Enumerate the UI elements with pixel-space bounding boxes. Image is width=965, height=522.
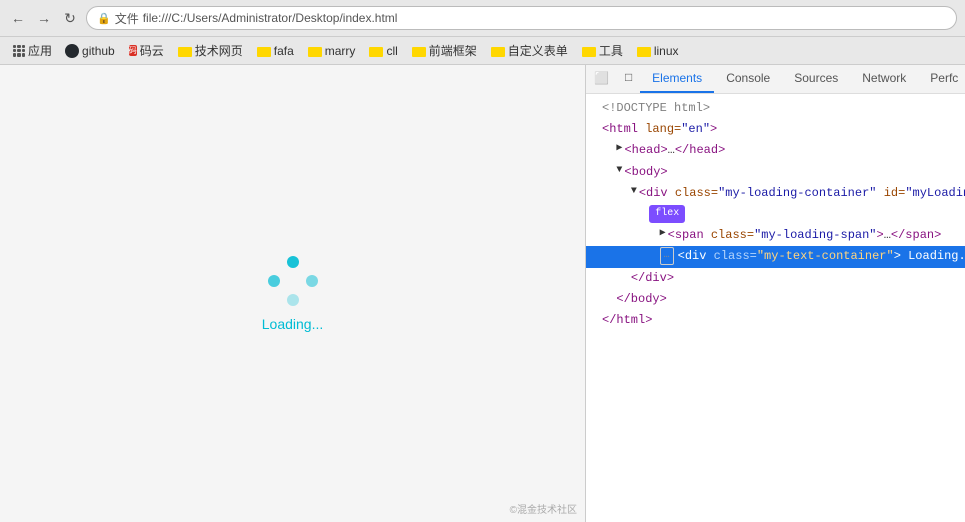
bookmarks-bar: 应用 github 码 码云 技术网页 fafa marry cll 前端框架 [0, 37, 965, 65]
folder-icon-marry [308, 47, 322, 57]
bookmark-linux-label: linux [654, 44, 679, 58]
folder-icon-fafa [257, 47, 271, 57]
bookmark-frontend-label: 前端框架 [429, 42, 477, 59]
bookmark-marry[interactable]: marry [302, 42, 362, 60]
devtools-icon-mobile[interactable]: □ [617, 65, 640, 93]
folder-icon-cll [369, 47, 383, 57]
bookmark-marry-label: marry [325, 44, 356, 58]
address-bar[interactable]: 🔒 文件 file:///C:/Users/Administrator/Desk… [86, 6, 957, 30]
folder-icon-tech [178, 47, 192, 57]
apps-grid-icon [13, 45, 25, 57]
watermark: ©混金技术社区 [510, 501, 577, 516]
bookmark-github[interactable]: github [59, 42, 121, 60]
bookmark-cll[interactable]: cll [363, 42, 403, 60]
code-line-div-container: ▼ <div class="my-loading-container" id="… [586, 183, 965, 204]
browser-page: Loading... ©混金技术社区 [0, 65, 585, 522]
code-line-close-body: </body> [586, 289, 965, 310]
devtools-content: <!DOCTYPE html> <html lang="en"> ▶ <head… [586, 94, 965, 522]
bookmark-tech-label: 技术网页 [195, 42, 243, 59]
folder-icon-linux [637, 47, 651, 57]
code-line-text-container[interactable]: … <div class="my-text-container" > Loadi… [586, 246, 965, 267]
dot-left [268, 275, 280, 287]
back-button[interactable]: ← [8, 8, 28, 28]
forward-button[interactable]: → [34, 8, 54, 28]
bookmark-cll-label: cll [386, 44, 397, 58]
code-line-doctype: <!DOCTYPE html> [586, 98, 965, 119]
dot-bottom [287, 294, 299, 306]
refresh-button[interactable]: ↻ [60, 8, 80, 28]
lock-icon: 🔒 [97, 12, 111, 25]
folder-icon-custom-form [491, 47, 505, 57]
devtools-panel: ⬜ □ Elements Console Sources Network Per… [585, 65, 965, 522]
bookmark-tools[interactable]: 工具 [576, 40, 629, 61]
devtools-tabs: ⬜ □ Elements Console Sources Network Per… [586, 65, 965, 94]
tab-network[interactable]: Network [850, 65, 918, 93]
bookmark-tools-label: 工具 [599, 42, 623, 59]
dot-right [306, 275, 318, 287]
tab-console[interactable]: Console [714, 65, 782, 93]
bookmark-github-label: github [82, 44, 115, 58]
bookmark-myyun[interactable]: 码 码云 [123, 40, 170, 61]
bookmark-myyun-label: 码云 [140, 42, 164, 59]
main-area: Loading... ©混金技术社区 ⬜ □ Elements Console … [0, 65, 965, 522]
bookmark-fafa[interactable]: fafa [251, 42, 300, 60]
apps-label: 应用 [28, 42, 52, 59]
code-line-html: <html lang="en"> [586, 119, 965, 140]
code-line-flex-badge: flex [586, 204, 965, 225]
github-favicon [65, 44, 79, 58]
loading-container: Loading... [262, 256, 324, 332]
tab-sources[interactable]: Sources [782, 65, 850, 93]
dot-top [287, 256, 299, 268]
nav-bar: ← → ↻ 🔒 文件 file:///C:/Users/Administrato… [0, 0, 965, 37]
bookmark-fafa-label: fafa [274, 44, 294, 58]
browser-chrome: ← → ↻ 🔒 文件 file:///C:/Users/Administrato… [0, 0, 965, 65]
loading-text: Loading... [262, 316, 324, 332]
bookmark-custom-form-label: 自定义表单 [508, 42, 568, 59]
loading-spinner [268, 256, 318, 306]
folder-icon-frontend [412, 47, 426, 57]
bookmark-frontend[interactable]: 前端框架 [406, 40, 483, 61]
bookmark-linux[interactable]: linux [631, 42, 685, 60]
bookmark-tech[interactable]: 技术网页 [172, 40, 249, 61]
code-line-close-div: </div> [586, 268, 965, 289]
code-line-head: ▶ <head>…</head> [586, 140, 965, 161]
bookmark-custom-form[interactable]: 自定义表单 [485, 40, 574, 61]
address-file-label: 文件 [115, 10, 139, 27]
devtools-icon-cursor[interactable]: ⬜ [586, 65, 617, 93]
myyun-favicon: 码 [129, 45, 137, 56]
code-line-span: ▶ <span class="my-loading-span" >…</span… [586, 225, 965, 246]
code-line-close-html: </html> [586, 310, 965, 331]
tab-performance[interactable]: Perfc [918, 65, 965, 93]
code-line-body: ▼ <body> [586, 162, 965, 183]
folder-icon-tools [582, 47, 596, 57]
apps-button[interactable]: 应用 [8, 40, 57, 61]
address-url: file:///C:/Users/Administrator/Desktop/i… [143, 11, 398, 25]
tab-elements[interactable]: Elements [640, 65, 714, 93]
